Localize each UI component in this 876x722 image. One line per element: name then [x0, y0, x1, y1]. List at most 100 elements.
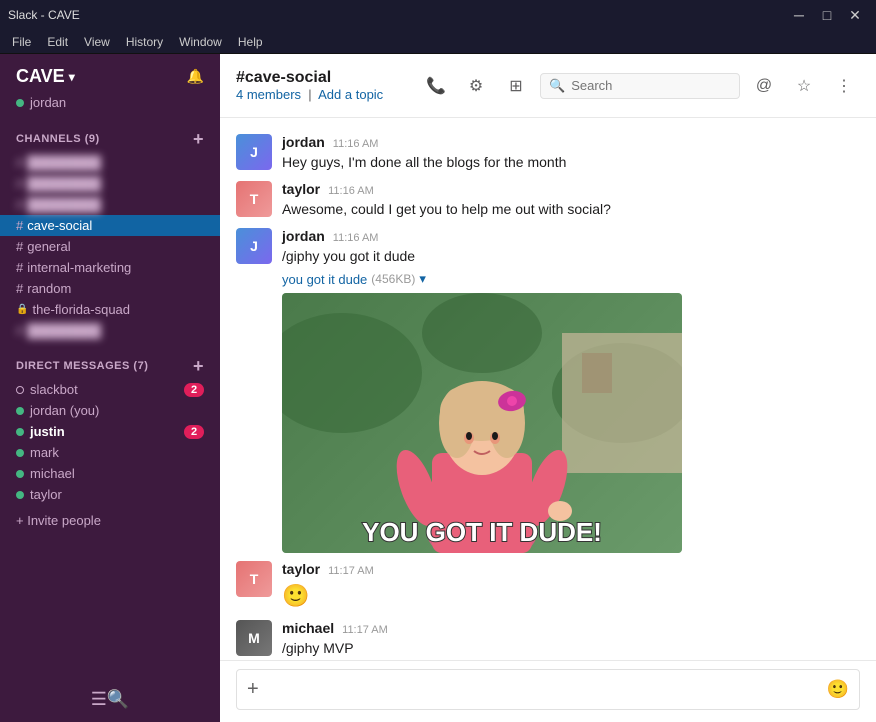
message-time: 11:16 AM	[333, 232, 379, 244]
channel-header: #cave-social 4 members | Add a topic 📞 ⚙…	[220, 54, 876, 118]
add-topic-link[interactable]: Add a topic	[318, 87, 383, 102]
message-author: michael	[282, 620, 334, 636]
channel-item-blurred2[interactable]: # ████████	[0, 173, 220, 194]
message-content: jordan 11:16 AM /giphy you got it dude y…	[282, 228, 860, 553]
more-icon[interactable]: ⋮	[828, 70, 860, 102]
lock-icon: 🔒	[16, 304, 28, 315]
sidebar: CAVE ▾ 🔔 jordan CHANNELS (9) + # ███████…	[0, 54, 220, 722]
message-text: /giphy MVP	[282, 638, 860, 659]
avatar: J	[236, 228, 272, 264]
workspace-header: CAVE ▾ 🔔	[0, 54, 220, 95]
menu-edit[interactable]: Edit	[39, 33, 76, 51]
channel-item-cave-social[interactable]: # cave-social	[0, 215, 220, 236]
dm-item-slackbot[interactable]: slackbot 2	[0, 379, 220, 400]
message-content: taylor 11:17 AM 🙂	[282, 561, 860, 612]
invite-people-button[interactable]: + Invite people	[0, 505, 220, 536]
message-text: /giphy you got it dude	[282, 246, 860, 267]
minimize-button[interactable]: ─	[786, 2, 812, 28]
message-content: jordan 11:16 AM Hey guys, I'm done all t…	[282, 134, 860, 173]
dm-status-dot	[16, 386, 24, 394]
channel-info: #cave-social 4 members | Add a topic	[236, 69, 408, 102]
avatar: T	[236, 181, 272, 217]
channels-label: CHANNELS (9)	[16, 133, 100, 145]
message-text: Awesome, could I get you to help me out …	[282, 199, 860, 220]
menu-help[interactable]: Help	[230, 33, 271, 51]
menu-window[interactable]: Window	[171, 33, 230, 51]
message-group: J jordan 11:16 AM Hey guys, I'm done all…	[236, 134, 860, 173]
bell-icon[interactable]: 🔔	[187, 68, 204, 85]
message-author: jordan	[282, 134, 325, 150]
dm-status-dot	[16, 470, 24, 478]
add-dm-icon[interactable]: +	[193, 357, 204, 375]
message-input-area: + 🙂	[220, 660, 876, 722]
channels-section-header[interactable]: CHANNELS (9) +	[0, 122, 220, 152]
message-content: taylor 11:16 AM Awesome, could I get you…	[282, 181, 860, 220]
workspace-name[interactable]: CAVE ▾	[16, 66, 75, 87]
user-name: jordan	[30, 95, 66, 110]
channel-item-blurred3[interactable]: # ████████	[0, 194, 220, 215]
channel-item-blurred1[interactable]: # ████████	[0, 152, 220, 173]
dm-item-jordan[interactable]: jordan (you)	[0, 400, 220, 421]
search-history-icon[interactable]: ☰🔍	[91, 689, 130, 710]
star-icon[interactable]: ☆	[788, 70, 820, 102]
close-button[interactable]: ✕	[842, 2, 868, 28]
dm-status-dot	[16, 407, 24, 415]
dm-item-michael[interactable]: michael	[0, 463, 220, 484]
dm-item-mark[interactable]: mark	[0, 442, 220, 463]
call-icon[interactable]: 📞	[420, 70, 452, 102]
titlebar: Slack - CAVE ─ □ ✕	[0, 0, 876, 30]
maximize-button[interactable]: □	[814, 2, 840, 28]
emoji-icon[interactable]: 🙂	[827, 679, 849, 700]
search-box[interactable]: 🔍	[540, 73, 740, 99]
message-author: jordan	[282, 228, 325, 244]
header-actions: 📞 ⚙ ⊞ 🔍 @ ☆ ⋮	[420, 70, 860, 102]
search-input[interactable]	[571, 78, 731, 93]
message-time: 11:16 AM	[333, 138, 379, 150]
message-content: michael 11:17 AM /giphy MVP	[282, 620, 860, 659]
message-author: taylor	[282, 561, 320, 577]
avatar: M	[236, 620, 272, 656]
channel-item-the-florida-squad[interactable]: 🔒 the-florida-squad	[0, 299, 220, 320]
message-author: taylor	[282, 181, 320, 197]
channel-item-general[interactable]: # general	[0, 236, 220, 257]
giphy-image: YOU GOT IT DUDE!	[282, 293, 682, 553]
user-status-dot	[16, 99, 24, 107]
settings-icon[interactable]: ⚙	[460, 70, 492, 102]
dm-item-taylor[interactable]: taylor	[0, 484, 220, 505]
add-channel-icon[interactable]: +	[193, 130, 204, 148]
channel-item-random[interactable]: # random	[0, 278, 220, 299]
menu-view[interactable]: View	[76, 33, 118, 51]
sidebar-footer: ☰🔍	[0, 677, 220, 722]
message-time: 11:17 AM	[342, 624, 388, 636]
channel-title: #cave-social	[236, 69, 408, 87]
dm-status-dot	[16, 428, 24, 436]
message-group: T taylor 11:16 AM Awesome, could I get y…	[236, 181, 860, 220]
message-header: jordan 11:16 AM	[282, 134, 860, 150]
message-time: 11:16 AM	[328, 185, 374, 197]
user-status: jordan	[0, 95, 220, 122]
channel-item-blurred4[interactable]: # ████████	[0, 320, 220, 341]
titlebar-controls: ─ □ ✕	[786, 2, 868, 28]
giphy-label[interactable]: you got it dude (456KB) ▾	[282, 271, 860, 287]
message-header: michael 11:17 AM	[282, 620, 860, 636]
dm-status-dot	[16, 491, 24, 499]
channel-item-internal-marketing[interactable]: # internal-marketing	[0, 257, 220, 278]
main-content: #cave-social 4 members | Add a topic 📞 ⚙…	[220, 54, 876, 722]
add-attachment-icon[interactable]: +	[247, 678, 259, 701]
menu-history[interactable]: History	[118, 33, 171, 51]
avatar: J	[236, 134, 272, 170]
dm-item-justin[interactable]: justin 2	[0, 421, 220, 442]
giphy-svg: YOU GOT IT DUDE!	[282, 293, 682, 553]
dm-section-header[interactable]: DIRECT MESSAGES (7) +	[0, 349, 220, 379]
message-group: M michael 11:17 AM /giphy MVP	[236, 620, 860, 659]
layout-icon[interactable]: ⊞	[500, 70, 532, 102]
menu-file[interactable]: File	[4, 33, 39, 51]
message-input[interactable]	[267, 682, 819, 698]
at-icon[interactable]: @	[748, 70, 780, 102]
menubar: File Edit View History Window Help	[0, 30, 876, 54]
avatar: T	[236, 561, 272, 597]
titlebar-title: Slack - CAVE	[8, 8, 80, 22]
search-icon: 🔍	[549, 78, 565, 94]
channel-meta: 4 members | Add a topic	[236, 87, 408, 102]
dm-status-dot	[16, 449, 24, 457]
